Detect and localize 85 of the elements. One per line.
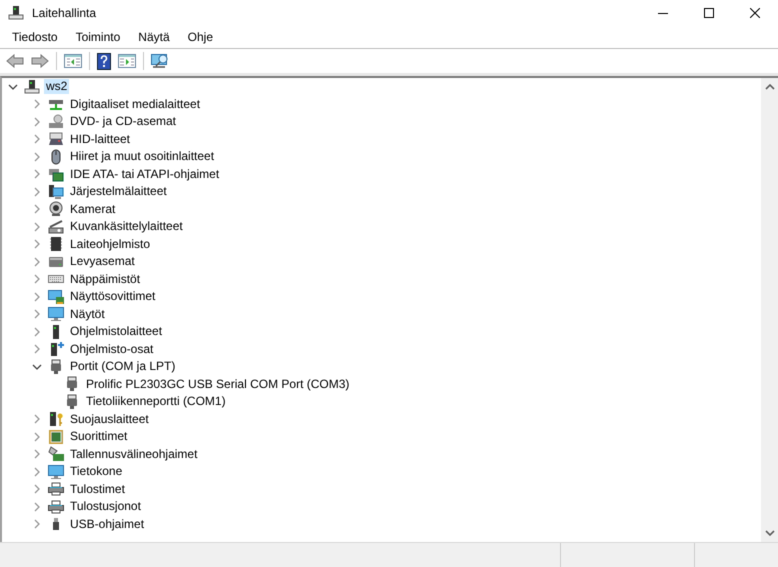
expand-chevron-icon[interactable] xyxy=(32,116,42,127)
monitor-icon xyxy=(48,464,64,480)
tree-item[interactable]: Prolific PL2303GC USB Serial COM Port (COM3) xyxy=(84,376,352,392)
processor-icon xyxy=(48,428,64,445)
expand-chevron-icon[interactable] xyxy=(32,169,42,180)
printer-icon xyxy=(48,498,64,515)
expand-chevron-icon[interactable] xyxy=(32,134,42,144)
tree-item[interactable]: Ohjelmistolaitteet xyxy=(68,324,164,340)
expand-chevron-icon[interactable] xyxy=(32,432,42,442)
scanner-icon xyxy=(48,218,64,235)
collapse-chevron-icon[interactable] xyxy=(32,362,42,372)
tree-item[interactable]: Digitaaliset medialaitteet xyxy=(68,96,202,112)
expand-chevron-icon[interactable] xyxy=(32,414,42,424)
expand-chevron-icon[interactable] xyxy=(32,274,42,284)
serial-port-icon xyxy=(48,358,64,375)
collapse-chevron-icon[interactable] xyxy=(8,82,18,92)
expand-chevron-icon[interactable] xyxy=(32,326,42,337)
tower-key-icon xyxy=(48,411,64,428)
tree-item[interactable]: Hiiret ja muut osoitinlaitteet xyxy=(68,149,216,164)
computer-icon xyxy=(24,78,40,95)
menu-item[interactable]: Ohje xyxy=(180,30,220,44)
chip-icon xyxy=(48,236,64,252)
tree-item[interactable]: DVD- ja CD-asemat xyxy=(68,114,178,130)
expand-chevron-icon[interactable] xyxy=(32,519,42,530)
close-icon xyxy=(750,8,760,18)
tree-item[interactable]: Ohjelmisto-osat xyxy=(68,342,156,357)
expand-chevron-icon[interactable] xyxy=(32,256,42,267)
window-panel-icon[interactable] xyxy=(62,51,84,71)
monitor-card-icon xyxy=(48,288,64,305)
tree-item[interactable]: Näppäimistöt xyxy=(68,272,142,287)
expand-chevron-icon[interactable] xyxy=(32,502,42,512)
scrollbar[interactable] xyxy=(761,78,778,542)
expand-chevron-icon[interactable] xyxy=(32,484,42,494)
monitor-icon xyxy=(48,306,64,322)
expand-chevron-icon[interactable] xyxy=(32,344,42,354)
tree-item[interactable]: ws2 xyxy=(44,79,70,94)
tree-item[interactable]: HID-laitteet xyxy=(68,132,132,147)
webcam-icon xyxy=(48,201,64,218)
tree-item[interactable]: Portit (COM ja LPT) xyxy=(68,359,178,374)
tree-item[interactable]: Tietokone xyxy=(68,464,124,480)
tree-item[interactable]: Tietoliikenneportti (COM1) xyxy=(84,394,228,410)
expand-chevron-icon[interactable] xyxy=(32,466,42,477)
window-title: Laitehallinta xyxy=(32,6,96,20)
computer-monitor-icon xyxy=(48,184,64,200)
storage-controller-icon xyxy=(48,446,64,462)
scroll-up-icon[interactable] xyxy=(764,84,774,90)
tree-item[interactable]: USB-ohjaimet xyxy=(68,516,146,532)
controller-card-icon xyxy=(48,166,64,182)
tree-item[interactable]: Suorittimet xyxy=(68,429,130,444)
expand-chevron-icon[interactable] xyxy=(32,152,42,162)
expand-chevron-icon[interactable] xyxy=(32,449,42,460)
tree-item[interactable]: Tallennusvälineohjaimet xyxy=(68,446,200,462)
menu-item[interactable]: Tiedosto xyxy=(5,30,65,44)
tree-item[interactable]: Näyttösovittimet xyxy=(68,289,158,304)
scroll-down-icon[interactable] xyxy=(764,530,774,536)
tree-item[interactable]: Suojauslaitteet xyxy=(68,412,151,427)
expand-chevron-icon[interactable] xyxy=(32,309,42,320)
serial-port-icon xyxy=(64,394,80,410)
menu-item[interactable]: Näytä xyxy=(131,30,177,44)
tree-item[interactable]: Levyasemat xyxy=(68,254,137,270)
help-icon[interactable] xyxy=(95,51,113,71)
tree-item[interactable]: Näytöt xyxy=(68,306,107,322)
forward-arrow-icon[interactable] xyxy=(29,51,51,71)
tree-item[interactable]: Laiteohjelmisto xyxy=(68,236,152,252)
expand-chevron-icon[interactable] xyxy=(32,204,42,214)
serial-port-icon xyxy=(64,376,80,392)
expand-chevron-icon[interactable] xyxy=(32,222,42,232)
window-panel-icon[interactable] xyxy=(116,51,138,71)
computer-icon xyxy=(8,4,24,20)
expand-chevron-icon[interactable] xyxy=(32,186,42,197)
tree-item[interactable]: IDE ATA- tai ATAPI-ohjaimet xyxy=(68,166,222,182)
tower-plus-icon xyxy=(48,341,64,358)
expand-chevron-icon[interactable] xyxy=(32,292,42,302)
expand-chevron-icon[interactable] xyxy=(32,99,42,110)
expand-chevron-icon[interactable] xyxy=(32,239,42,250)
tree-item[interactable]: Kuvankäsittelylaitteet xyxy=(68,219,185,234)
tree-item[interactable]: Tulostusjonot xyxy=(68,499,143,514)
tree-item[interactable]: Tulostimet xyxy=(68,482,127,497)
printer-icon xyxy=(48,481,64,498)
tree-item[interactable]: Järjestelmälaitteet xyxy=(68,184,169,200)
disc-drive-icon xyxy=(48,114,64,130)
back-arrow-icon[interactable] xyxy=(4,51,26,71)
menu-item[interactable]: Toiminto xyxy=(68,30,128,44)
maximize-icon xyxy=(704,8,714,18)
tree-item[interactable]: Kamerat xyxy=(68,202,118,217)
